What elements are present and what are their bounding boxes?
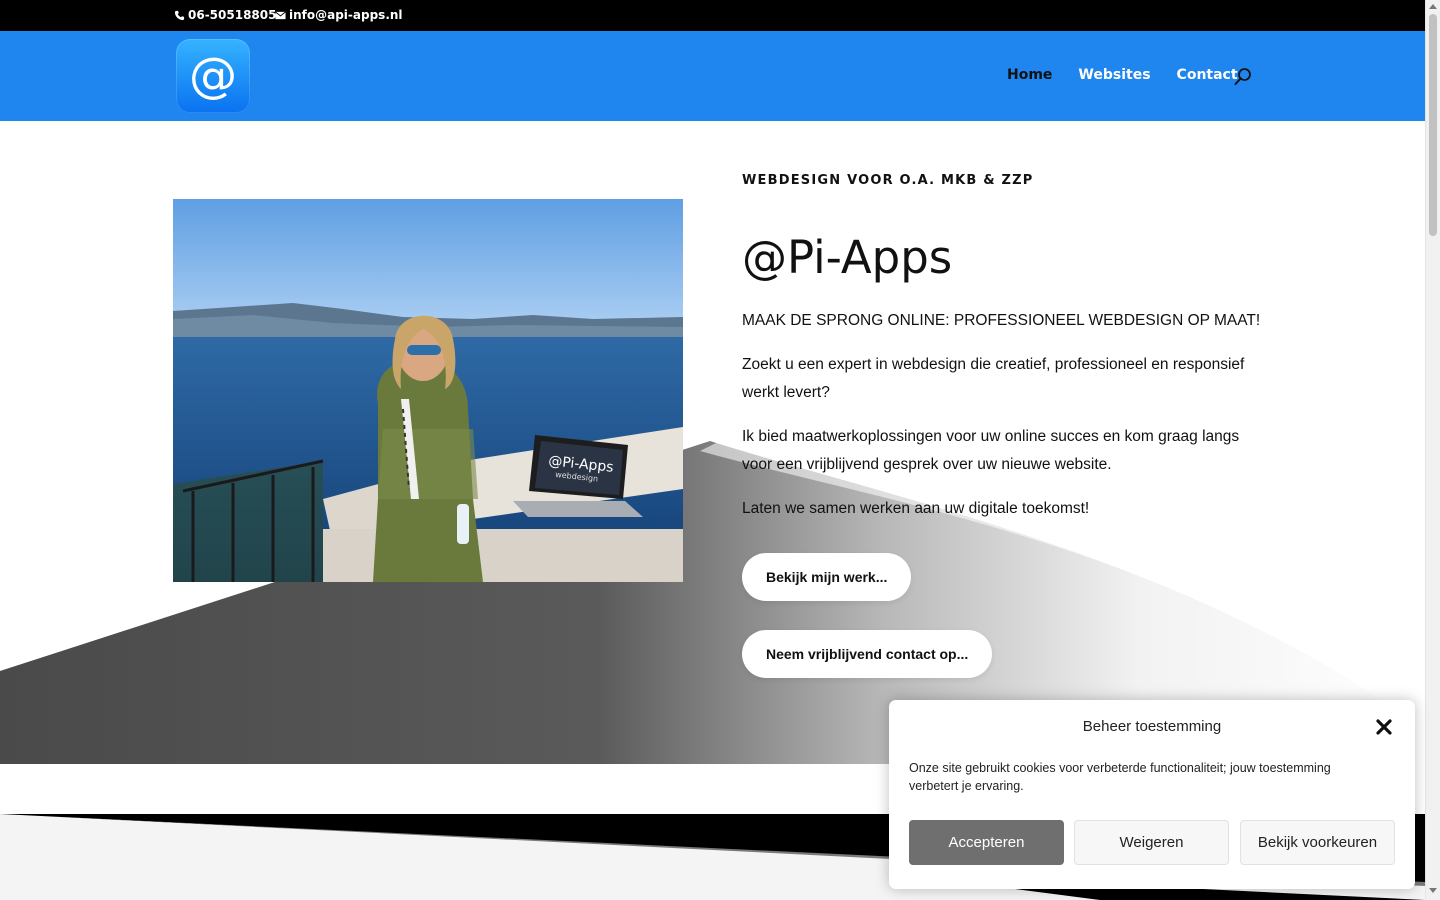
- hero-section: @Pi-Apps webdesign WEBDESIGN VOOR O.A. M…: [0, 121, 1425, 764]
- cookie-consent-dialog: Beheer toestemming Onze site gebruikt co…: [889, 700, 1415, 889]
- nav-contact[interactable]: Contact: [1177, 67, 1238, 83]
- scroll-down-icon[interactable]: [1429, 888, 1437, 893]
- deny-button[interactable]: Weigeren: [1074, 820, 1229, 865]
- scrollbar-thumb[interactable]: [1429, 14, 1437, 236]
- page-scrollbar[interactable]: [1425, 0, 1440, 900]
- contact-button[interactable]: Neem vrijblijvend contact op...: [742, 630, 993, 678]
- main-nav: Home Websites Contact: [1007, 67, 1238, 83]
- mail-icon: [275, 10, 286, 19]
- phone-icon: [174, 10, 185, 20]
- view-work-button[interactable]: Bekijk mijn werk...: [742, 553, 912, 601]
- site-logo[interactable]: @: [176, 39, 250, 113]
- portrait-image: @Pi-Apps webdesign: [173, 199, 683, 582]
- cookie-title: Beheer toestemming: [1082, 718, 1222, 735]
- top-bar: 06-50518805 info@api-apps.nl: [0, 0, 1425, 31]
- nav-home[interactable]: Home: [1007, 67, 1052, 83]
- hero-title: @Pi-Apps: [742, 231, 953, 284]
- email-link[interactable]: info@api-apps.nl: [275, 8, 403, 22]
- accept-button[interactable]: Accepteren: [909, 820, 1064, 865]
- hero-photo: @Pi-Apps webdesign: [173, 199, 683, 582]
- close-icon[interactable]: [1375, 718, 1393, 736]
- phone-link[interactable]: 06-50518805: [174, 8, 276, 22]
- preferences-button[interactable]: Bekijk voorkeuren: [1240, 820, 1395, 865]
- hero-paragraph: Laten we samen werken aan uw digitale to…: [742, 500, 1090, 517]
- at-sign-logo-icon: @: [189, 47, 237, 103]
- nav-websites[interactable]: Websites: [1078, 67, 1150, 83]
- site-header: @ Home Websites Contact: [0, 31, 1425, 121]
- hero-paragraph: Zoekt u een expert in webdesign die crea…: [742, 356, 1245, 401]
- scroll-up-icon[interactable]: [1429, 4, 1437, 9]
- phone-number: 06-50518805: [188, 8, 277, 22]
- email-address: info@api-apps.nl: [289, 8, 403, 22]
- cookie-text: Onze site gebruikt cookies voor verbeter…: [909, 761, 1331, 793]
- hero-subtitle: MAAK DE SPRONG ONLINE: PROFESSIONEEL WEB…: [742, 312, 1261, 329]
- hero-kicker: WEBDESIGN VOOR O.A. MKB & ZZP: [742, 173, 1034, 188]
- page: 06-50518805 info@api-apps.nl @ Home Webs…: [0, 0, 1440, 900]
- logo-glyph: @: [189, 47, 237, 103]
- hero-paragraph: Ik bied maatwerkoplossingen voor uw onli…: [742, 428, 1240, 473]
- search-icon[interactable]: [1233, 67, 1253, 87]
